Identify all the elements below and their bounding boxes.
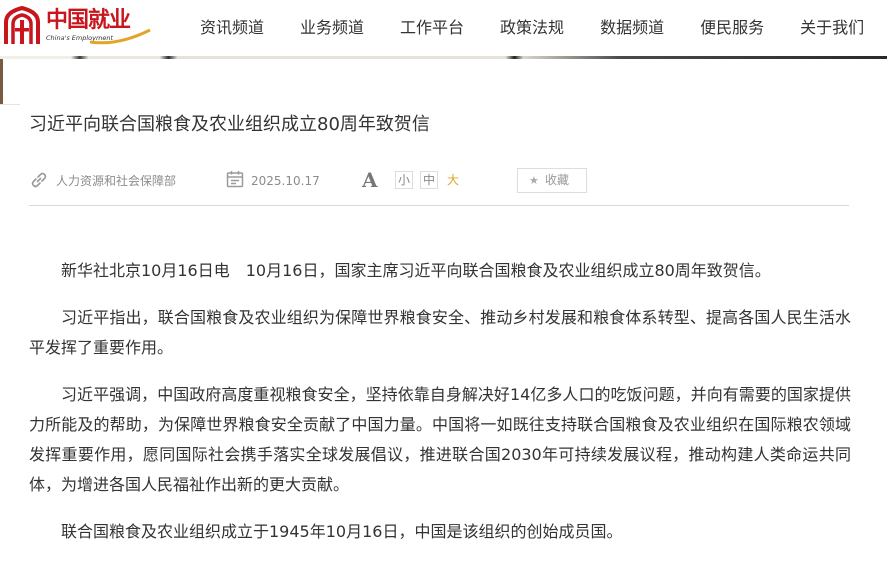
banner-strip (0, 56, 887, 59)
banner-edge (0, 59, 3, 104)
link-icon (31, 172, 47, 188)
calendar-icon (226, 171, 244, 188)
logo-swoosh-icon (89, 28, 151, 45)
nav-item-data[interactable]: 数据频道 (600, 0, 664, 56)
font-size-icon: A (362, 168, 378, 192)
font-size-medium-button[interactable]: 中 (420, 171, 438, 189)
article-date: 2025.10.17 (251, 174, 320, 188)
article-title: 习近平向联合国粮食及农业组织成立80周年致贺信 (29, 114, 430, 135)
article-paragraph: 联合国粮食及农业组织成立于1945年10月16日，中国是该组织的创始成员国。 (61, 522, 623, 541)
article-paragraph: 习近平指出，联合国粮食及农业组织为保障世界粮食安全、推动乡村发展和粮食体系转型、… (29, 308, 851, 357)
nav-item-policy[interactable]: 政策法规 (500, 0, 564, 56)
meta-divider (29, 205, 849, 206)
star-icon: ★ (529, 174, 539, 187)
favorite-label: 收藏 (545, 173, 570, 187)
article-body: 新华社北京10月16日电 10月16日，国家主席习近平向联合国粮食及农业组织成立… (29, 256, 851, 564)
favorite-button[interactable]: ★ 收藏 (517, 168, 587, 193)
left-separator (0, 104, 20, 105)
article-paragraph: 新华社北京10月16日电 10月16日，国家主席习近平向联合国粮食及农业组织成立… (61, 261, 771, 280)
font-size-small-button[interactable]: 小 (395, 171, 413, 189)
site-header: 中国就业 China's Employment 资讯频道 业务频道 工作平台 政… (0, 0, 887, 56)
nav-item-services[interactable]: 便民服务 (700, 0, 764, 56)
logo-mark-icon (4, 5, 40, 44)
site-logo[interactable]: 中国就业 China's Employment (0, 2, 160, 50)
article-meta: 人力资源和社会保障部 2025.10.17 A 小 中 大 ★ 收藏 (29, 166, 849, 196)
font-size-large-button[interactable]: 大 (444, 171, 462, 189)
nav-item-news[interactable]: 资讯频道 (200, 0, 264, 56)
article-paragraph: 习近平强调，中国政府高度重视粮食安全，坚持依靠自身解决好14亿多人口的吃饭问题，… (29, 385, 851, 494)
nav-item-business[interactable]: 业务频道 (300, 0, 364, 56)
article-source: 人力资源和社会保障部 (56, 174, 177, 188)
main-nav: 资讯频道 业务频道 工作平台 政策法规 数据频道 便民服务 关于我们 (182, 0, 882, 56)
nav-item-about[interactable]: 关于我们 (800, 0, 864, 56)
nav-item-work-platform[interactable]: 工作平台 (400, 0, 464, 56)
